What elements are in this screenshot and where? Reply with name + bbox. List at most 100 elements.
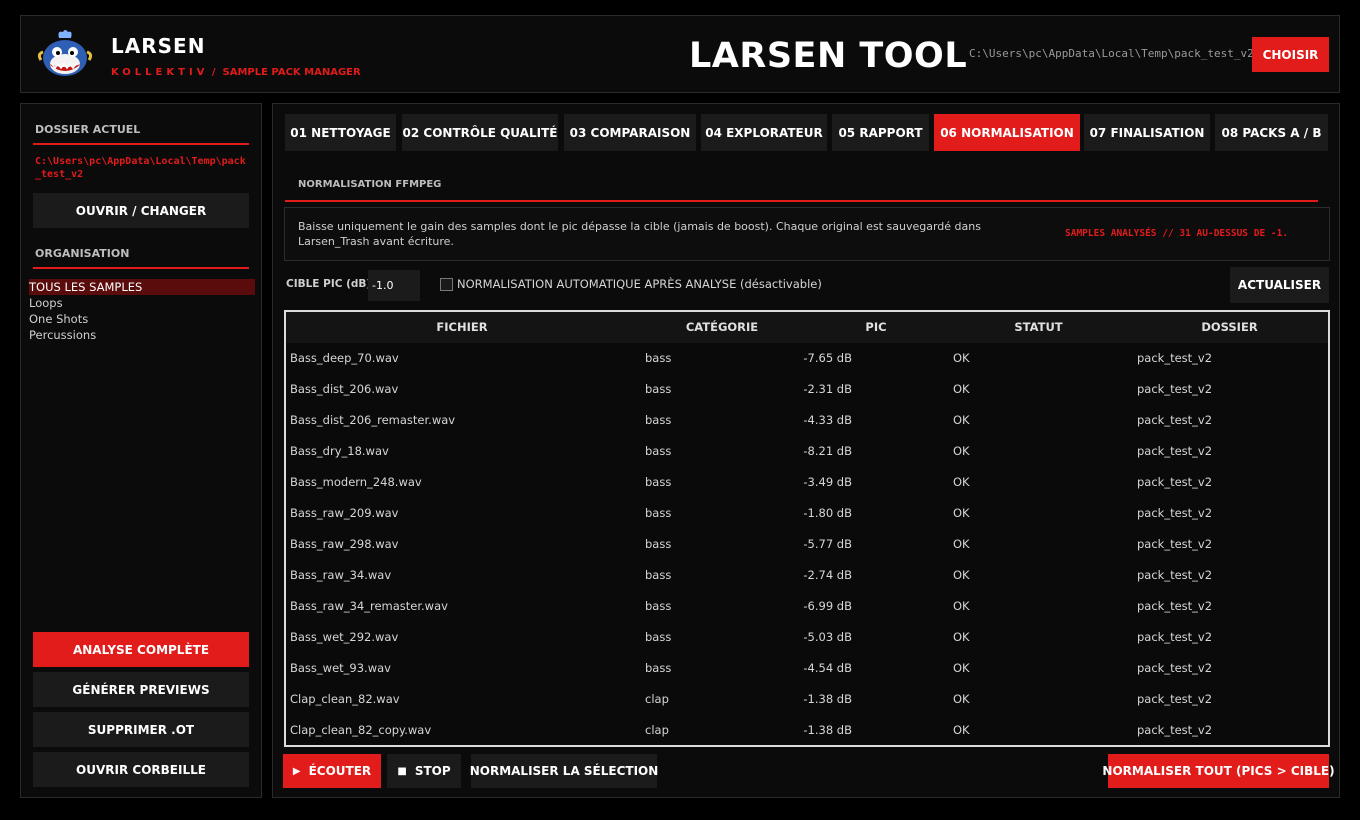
stop-button[interactable]: ■ STOP	[387, 754, 461, 788]
auto-normalise-label: NORMALISATION AUTOMATIQUE APRÈS ANALYSE …	[457, 277, 822, 291]
cell-pic: -4.33 dB	[803, 413, 852, 427]
normalize-all-button[interactable]: NORMALISER TOUT (PICS > CIBLE)	[1102, 754, 1335, 788]
cell-categorie: bass	[645, 475, 672, 489]
cell-dossier: pack_test_v2	[1137, 630, 1213, 644]
organisation-heading: ORGANISATION	[35, 247, 130, 260]
table-row[interactable]: Bass_dist_206_remaster.wav bass -4.33 dB OK…	[286, 405, 1328, 436]
tab-finalisation[interactable]: 07 FINALISATION	[1084, 114, 1210, 151]
table-body: Bass_deep_70.wavbass -7.65 dB OK pack_test_…	[286, 343, 1328, 745]
cell-statut: OK	[953, 444, 970, 458]
tab-controle-qualite[interactable]: 02 CONTRÔLE QUALITÉ	[402, 114, 558, 151]
whale-mascot-logo	[35, 26, 95, 82]
target-peak-input[interactable]: -1.0	[368, 270, 420, 301]
tab-explorateur[interactable]: 04 EXPLORATEUR	[701, 114, 827, 151]
cell-pic: -1.80 dB	[803, 506, 852, 520]
sidebar-item-one-shots[interactable]: One Shots	[29, 311, 255, 327]
table-row[interactable]: Bass_wet_292.wav bass -5.03 dB OK pack_test_…	[286, 622, 1328, 653]
cell-statut: OK	[953, 351, 970, 365]
column-header-dossier[interactable]: DOSSIER	[1131, 312, 1328, 343]
stop-icon: ■	[397, 765, 407, 777]
listen-button[interactable]: ▶ ÉCOUTER	[283, 754, 381, 788]
brand-name: LARSEN	[111, 34, 206, 58]
choose-folder-button[interactable]: CHOISIR	[1252, 37, 1329, 72]
tab-packs-ab[interactable]: 08 PACKS A / B	[1215, 114, 1328, 151]
cell-statut: OK	[953, 413, 970, 427]
cell-dossier: pack_test_v2	[1137, 413, 1213, 427]
section-divider	[285, 200, 1318, 202]
cell-fichier: Bass_dry_18.wav	[290, 444, 389, 458]
sidebar-current-path: C:\Users\pc\AppData\Local\Temp\pack_test…	[35, 156, 246, 180]
table-row[interactable]: Clap_clean_82.wav clap -1.38 dB OK pack_test…	[286, 684, 1328, 715]
cell-fichier: Bass_dist_206.wav	[290, 382, 399, 396]
cell-statut: OK	[953, 506, 970, 520]
cell-pic: -5.77 dB	[803, 537, 852, 551]
samples-table: FICHIER CATÉGORIE PIC STATUT DOSSIER Bas…	[284, 310, 1330, 747]
table-row[interactable]: Bass_raw_34.wav bass -2.74 dB OK pack_test_v…	[286, 560, 1328, 591]
table-row[interactable]: Bass_deep_70.wav bass -7.65 dB OK pack_test_…	[286, 343, 1328, 374]
cell-pic: -3.49 dB	[803, 475, 852, 489]
cell-pic: -1.38 dB	[803, 692, 852, 706]
tab-rapport[interactable]: 05 RAPPORT	[832, 114, 929, 151]
open-trash-button[interactable]: OUVRIR CORBEILLE	[33, 752, 249, 787]
cell-categorie: bass	[645, 661, 672, 675]
info-text: Baisse uniquement le gain des samples do…	[298, 220, 981, 248]
cell-dossier: pack_test_v2	[1137, 475, 1213, 489]
open-change-button[interactable]: OUVRIR / CHANGER	[33, 193, 249, 228]
cell-fichier: Bass_wet_93.wav	[290, 661, 391, 675]
table-row[interactable]: Bass_raw_34_remaster.wav bass -6.99 dB OK pa…	[286, 591, 1328, 622]
tab-normalisation[interactable]: 06 NORMALISATION	[934, 114, 1080, 151]
refresh-button[interactable]: ACTUALISER	[1230, 267, 1329, 303]
cell-pic: -7.65 dB	[803, 351, 852, 365]
table-row[interactable]: Clap_clean_82_copy.wav clap -1.38 dB OK pack…	[286, 715, 1328, 745]
generate-previews-button[interactable]: GÉNÉRER PREVIEWS	[33, 672, 249, 707]
delete-ot-button[interactable]: SUPPRIMER .OT	[33, 712, 249, 747]
analysis-status: SAMPLES ANALYSÉS // 31 AU-DESSUS DE -1.	[1065, 228, 1289, 239]
target-peak-label: CIBLE PIC (dB)	[286, 278, 372, 290]
sidebar-item-loops[interactable]: Loops	[29, 295, 255, 311]
cell-fichier: Bass_raw_34.wav	[290, 568, 392, 582]
full-analysis-button[interactable]: ANALYSE COMPLÈTE	[33, 632, 249, 667]
sidebar-item-percussions[interactable]: Percussions	[29, 327, 255, 343]
column-header-categorie[interactable]: CATÉGORIE	[638, 312, 806, 343]
sidebar-item-all-samples[interactable]: TOUS LES SAMPLES	[29, 279, 255, 295]
column-header-fichier[interactable]: FICHIER	[286, 312, 638, 343]
cell-statut: OK	[953, 382, 970, 396]
cell-dossier: pack_test_v2	[1137, 444, 1213, 458]
brand-sub-kollektiv: KOLLEKTIV	[111, 67, 209, 78]
cell-categorie: bass	[645, 568, 672, 582]
table-row[interactable]: Bass_wet_93.wav bass -4.54 dB OK pack_test_v…	[286, 653, 1328, 684]
play-icon: ▶	[292, 765, 301, 777]
app-header: LARSEN KOLLEKTIV / SAMPLE PACK MANAGER L…	[20, 15, 1340, 93]
table-row[interactable]: Bass_modern_248.wav bass -3.49 dB OK pack_te…	[286, 467, 1328, 498]
cell-categorie: bass	[645, 413, 672, 427]
table-row[interactable]: Bass_dry_18.wav bass -8.21 dB OK pack_test_v…	[286, 436, 1328, 467]
table-row[interactable]: Bass_dist_206.wav bass -2.31 dB OK pack_test…	[286, 374, 1328, 405]
current-folder-heading: DOSSIER ACTUEL	[35, 123, 141, 136]
cell-statut: OK	[953, 661, 970, 675]
cell-fichier: Bass_modern_248.wav	[290, 475, 422, 489]
tab-nettoyage[interactable]: 01 NETTOYAGE	[285, 114, 396, 151]
cell-statut: OK	[953, 692, 970, 706]
tab-comparaison[interactable]: 03 COMPARAISON	[564, 114, 696, 151]
cell-dossier: pack_test_v2	[1137, 568, 1213, 582]
auto-normalise-checkbox[interactable]	[440, 278, 453, 291]
cell-statut: OK	[953, 568, 970, 582]
column-header-statut[interactable]: STATUT	[946, 312, 1131, 343]
cell-fichier: Bass_raw_34_remaster.wav	[290, 599, 448, 613]
cell-dossier: pack_test_v2	[1137, 351, 1213, 365]
normalize-selection-button[interactable]: NORMALISER LA SÉLECTION	[470, 754, 658, 788]
cell-fichier: Bass_deep_70.wav	[290, 351, 399, 365]
cell-pic: -6.99 dB	[803, 599, 852, 613]
stop-label: STOP	[414, 764, 451, 778]
table-row[interactable]: Bass_raw_209.wav bass -1.80 dB OK pack_test_…	[286, 498, 1328, 529]
cell-fichier: Bass_raw_298.wav	[290, 537, 399, 551]
listen-label: ÉCOUTER	[308, 764, 372, 778]
cell-fichier: Bass_raw_209.wav	[290, 506, 399, 520]
table-row[interactable]: Bass_raw_298.wav bass -5.77 dB OK pack_test_…	[286, 529, 1328, 560]
app-title: LARSEN TOOL	[689, 36, 968, 76]
cell-dossier: pack_test_v2	[1137, 692, 1213, 706]
column-header-pic[interactable]: PIC	[806, 312, 946, 343]
cell-fichier: Clap_clean_82_copy.wav	[290, 723, 432, 737]
info-box: Baisse uniquement le gain des samples do…	[284, 207, 1330, 261]
cell-categorie: bass	[645, 444, 672, 458]
